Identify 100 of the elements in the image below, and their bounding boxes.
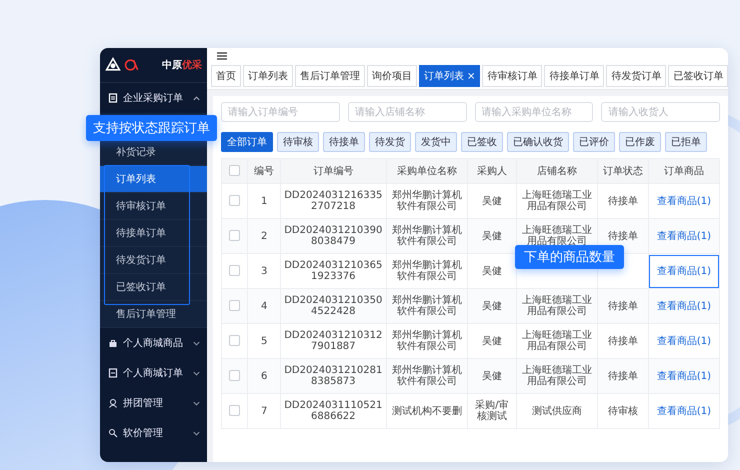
status-filter-button[interactable]: 待审核 (277, 132, 319, 152)
buyer-name: 吴健 (482, 370, 502, 382)
checkbox[interactable] (229, 195, 240, 206)
checkbox[interactable] (229, 405, 240, 416)
order-number: DD20240312102818385873 (284, 365, 383, 387)
order-status: 待接单 (608, 336, 638, 346)
buyer-organization: 郑州华鹏计算机软件有限公司 (390, 225, 463, 247)
order-number: DD20240312103908038479 (284, 225, 383, 247)
order-number: DD20240312103504522428 (284, 295, 383, 317)
tab[interactable]: 待审核订单 (482, 65, 542, 87)
column-header: 采购单位名称 (396, 166, 457, 177)
buyer-organization: 郑州华鹏计算机软件有限公司 (390, 330, 463, 352)
row-number: 1 (260, 196, 268, 206)
logo-icon (124, 57, 140, 73)
buyer-name: 吴健 (482, 266, 502, 276)
shop-name: 上海旺德瑞工业用品有限公司 (520, 295, 593, 317)
buyer-organization: 郑州华鹏计算机软件有限公司 (390, 260, 463, 282)
checkbox[interactable] (229, 335, 240, 346)
column-header: 编号 (254, 166, 274, 177)
buyer-organization: 测试机构不要删 (392, 406, 462, 416)
shop-name: 上海旺德瑞工业用品有限公司 (520, 190, 593, 212)
buyer-organization: 郑州华鹏计算机软件有限公司 (390, 295, 463, 317)
row-number: 6 (260, 370, 268, 382)
row-number: 5 (260, 336, 268, 346)
menu-section-label: 企业采购订单 (123, 92, 183, 105)
column-header: 订单状态 (602, 166, 643, 177)
checkbox[interactable] (229, 165, 240, 176)
status-filter-button[interactable]: 已确认收货 (507, 132, 569, 152)
column-header: 店铺名称 (536, 166, 577, 177)
document-icon (108, 368, 118, 378)
people-icon (108, 398, 118, 408)
menu-group[interactable]: 个人商城商品 (100, 328, 207, 358)
search-field[interactable]: 请输入采购单位名称 (474, 102, 594, 122)
status-filter-button[interactable]: 已拒单 (665, 132, 707, 152)
shop-name: 上海旺德瑞工业用品有限公司 (520, 330, 593, 352)
order-status: 待接单 (608, 370, 638, 382)
checkbox[interactable] (229, 370, 240, 382)
shop-name: 上海旺德瑞工业用品有限公司 (520, 225, 593, 247)
menu-group-label: 个人商城商品 (123, 336, 183, 350)
buyer-organization: 郑州华鹏计算机软件有限公司 (390, 365, 463, 387)
status-filter-button[interactable]: 待接单 (323, 132, 365, 152)
column-header: 订单编号 (313, 166, 354, 177)
order-number: DD20240312103651923376 (284, 260, 383, 282)
status-filter-button[interactable]: 已签收 (461, 132, 503, 152)
buyer-name: 吴健 (482, 196, 502, 206)
row-number: 7 (260, 406, 268, 416)
menu-group[interactable]: 软价管理 (100, 418, 207, 448)
logo-icon (105, 57, 121, 73)
tab[interactable]: 订单列表 (243, 65, 293, 87)
brand-name: 中原优采 (162, 58, 202, 72)
order-status: 待接单 (608, 230, 638, 242)
tab[interactable]: 询价项目 (367, 65, 417, 87)
status-filter-button[interactable]: 待发货 (369, 132, 411, 152)
search-field[interactable]: 请输入订单编号 (221, 102, 340, 122)
callout-label: 支持按状态跟踪订单 (86, 115, 217, 141)
tab[interactable]: 已签收订单 (668, 65, 728, 87)
tab[interactable]: 待发货订单 (606, 65, 666, 87)
tab[interactable]: 首页 (211, 65, 241, 87)
column-header: 订单商品 (664, 166, 704, 177)
buyer-name: 采购/审核测试 (474, 400, 510, 422)
buyer-organization: 郑州华鹏计算机软件有限公司 (390, 190, 463, 212)
menu-group[interactable]: 拼团管理 (100, 388, 207, 418)
menu-section[interactable]: 企业采购订单 (100, 83, 207, 113)
order-status: 待接单 (608, 196, 638, 206)
checkbox[interactable] (229, 300, 240, 312)
menu-group-label: 个人商城订单 (123, 366, 183, 380)
menu-item[interactable]: 订单列表 (100, 166, 207, 193)
shop-name: 上海旺德瑞工业用品有限公司 (520, 365, 593, 387)
checkbox[interactable] (229, 230, 240, 242)
buyer-name: 吴健 (482, 336, 502, 346)
menu-group-label: 拼团管理 (123, 397, 163, 410)
bag-icon (108, 338, 118, 348)
search-field[interactable]: 请输入收货人 (601, 102, 720, 122)
column-header: 采购人 (476, 166, 507, 177)
row-number: 2 (260, 230, 268, 242)
status-filter-button[interactable]: 已作废 (619, 132, 661, 152)
callout-label: 下单的商品数量 (515, 245, 624, 269)
order-number: DD20240312163352707218 (284, 190, 383, 212)
status-filter-button[interactable]: 已评价 (573, 132, 615, 152)
order-status: 待接单 (608, 300, 638, 312)
order-number: DD20240312103127901887 (284, 330, 383, 352)
order-number: DD20240311105216886622 (284, 400, 383, 422)
buyer-name: 吴健 (482, 300, 502, 312)
document-icon (108, 93, 118, 103)
status-filter-button[interactable]: 全部订单 (221, 132, 273, 152)
row-number: 3 (260, 266, 268, 276)
shop-name: 测试供应商 (532, 406, 582, 416)
checkbox[interactable] (229, 265, 240, 276)
tab[interactable]: 订单列表 × (419, 65, 480, 87)
row-number: 4 (260, 300, 268, 312)
status-filter-button[interactable]: 发货中 (415, 132, 457, 152)
menu-group[interactable]: 个人商城订单 (100, 358, 207, 388)
close-icon[interactable]: × (467, 70, 476, 82)
search-field[interactable]: 请输入店铺名称 (348, 102, 466, 122)
menu-icon[interactable] (217, 52, 227, 60)
tab[interactable]: 待接单订单 (544, 65, 604, 87)
buyer-name: 吴健 (482, 230, 502, 242)
view-goods-link[interactable]: 查看商品(1) (656, 266, 711, 276)
tab[interactable]: 售后订单管理 (295, 65, 365, 87)
menu-group-label: 软价管理 (123, 427, 163, 440)
